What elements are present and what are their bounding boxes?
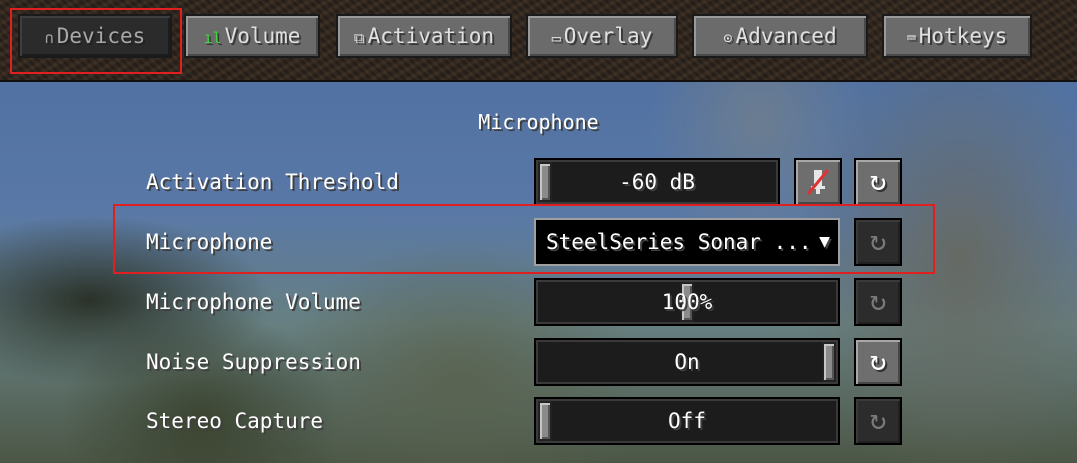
reset-icon: ↻ bbox=[869, 344, 887, 377]
section-title: Microphone bbox=[478, 110, 599, 134]
monitor-icon: ▭ bbox=[551, 29, 561, 47]
noise-suppression-label: Noise Suppression bbox=[146, 350, 361, 374]
tab-bar: ∩ Devices ıl Volume ⧉ Activation ▭ Overlay ⊙… bbox=[0, 0, 1077, 82]
reset-noise-suppression-button[interactable]: ↻ bbox=[854, 338, 902, 386]
toggle-value: On bbox=[674, 350, 700, 374]
tab-label: Devices bbox=[56, 24, 146, 48]
tab-volume[interactable]: ıl Volume bbox=[184, 14, 320, 58]
tab-label: Hotkeys bbox=[918, 24, 1008, 48]
tab-advanced[interactable]: ⊙ Advanced bbox=[692, 14, 868, 58]
reset-microphone-volume-button[interactable]: ↻ bbox=[854, 278, 902, 326]
slider-value: -60 dB bbox=[619, 170, 695, 194]
microphone-volume-label: Microphone Volume bbox=[146, 290, 361, 314]
chevron-down-icon: ▼ bbox=[819, 231, 830, 252]
toggle-handle[interactable] bbox=[822, 342, 836, 382]
slider-handle[interactable] bbox=[538, 162, 552, 202]
volume-bars-icon: ıl bbox=[203, 29, 222, 47]
microphone-volume-slider[interactable]: 100% bbox=[534, 278, 840, 326]
reset-microphone-button[interactable]: ↻ bbox=[854, 218, 902, 266]
tab-label: Advanced bbox=[735, 24, 837, 48]
tab-devices[interactable]: ∩ Devices bbox=[18, 14, 172, 58]
reset-icon: ↻ bbox=[869, 164, 887, 197]
headphones-icon: ∩ bbox=[44, 29, 54, 47]
toggle-handle[interactable] bbox=[538, 401, 552, 441]
activation-icon: ⧉ bbox=[353, 29, 365, 47]
keyboard-icon: ⌨ bbox=[906, 29, 916, 47]
reset-icon: ↻ bbox=[869, 403, 887, 436]
slider-value: 100% bbox=[661, 290, 713, 314]
stereo-capture-label: Stereo Capture bbox=[146, 409, 324, 433]
toggle-value: Off bbox=[668, 409, 706, 433]
test-mute-button[interactable] bbox=[794, 158, 842, 206]
reset-activation-threshold-button[interactable]: ↻ bbox=[854, 158, 902, 206]
tab-overlay[interactable]: ▭ Overlay bbox=[526, 14, 678, 58]
microphone-selected-value: SteelSeries Sonar ... bbox=[546, 230, 812, 254]
tab-label: Volume bbox=[224, 24, 301, 48]
gear-icon: ⊙ bbox=[723, 29, 733, 47]
activation-threshold-label: Activation Threshold bbox=[146, 170, 399, 194]
stereo-capture-toggle[interactable]: Off bbox=[534, 397, 840, 445]
reset-icon: ↻ bbox=[869, 284, 887, 317]
tab-activation[interactable]: ⧉ Activation bbox=[336, 14, 512, 58]
activation-threshold-slider[interactable]: -60 dB bbox=[534, 158, 780, 206]
microphone-muted-icon bbox=[806, 169, 830, 195]
tab-hotkeys[interactable]: ⌨ Hotkeys bbox=[882, 14, 1032, 58]
microphone-label: Microphone bbox=[146, 230, 273, 254]
reset-stereo-capture-button[interactable]: ↻ bbox=[854, 397, 902, 445]
microphone-dropdown[interactable]: SteelSeries Sonar ... ▼ bbox=[534, 218, 840, 266]
tab-label: Overlay bbox=[563, 24, 653, 48]
reset-icon: ↻ bbox=[869, 224, 887, 257]
noise-suppression-toggle[interactable]: On bbox=[534, 338, 840, 386]
tab-label: Activation bbox=[367, 24, 495, 48]
